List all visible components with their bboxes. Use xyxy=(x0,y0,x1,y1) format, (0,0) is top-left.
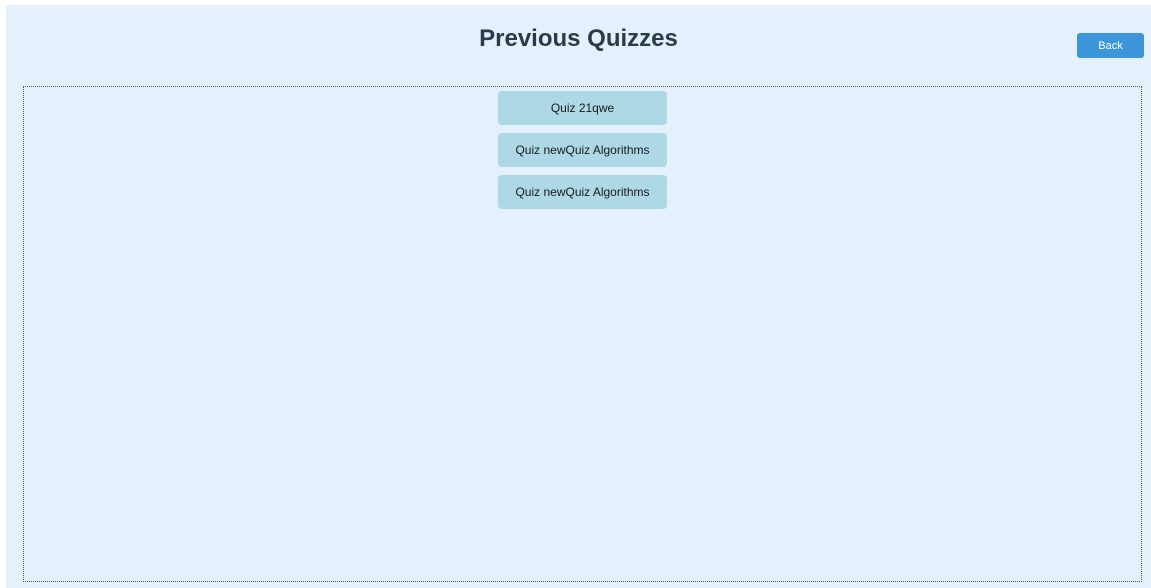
back-button[interactable]: Back xyxy=(1077,33,1144,58)
previous-quizzes-window: Previous Quizzes Back Quiz 21qwe Quiz ne… xyxy=(6,5,1151,588)
quiz-item-button[interactable]: Quiz 21qwe xyxy=(498,91,667,125)
quiz-item-button[interactable]: Quiz newQuiz Algorithms xyxy=(498,133,667,167)
quiz-item-button[interactable]: Quiz newQuiz Algorithms xyxy=(498,175,667,209)
page-title: Previous Quizzes xyxy=(479,25,678,52)
quiz-list: Quiz 21qwe Quiz newQuiz Algorithms Quiz … xyxy=(23,86,1142,582)
